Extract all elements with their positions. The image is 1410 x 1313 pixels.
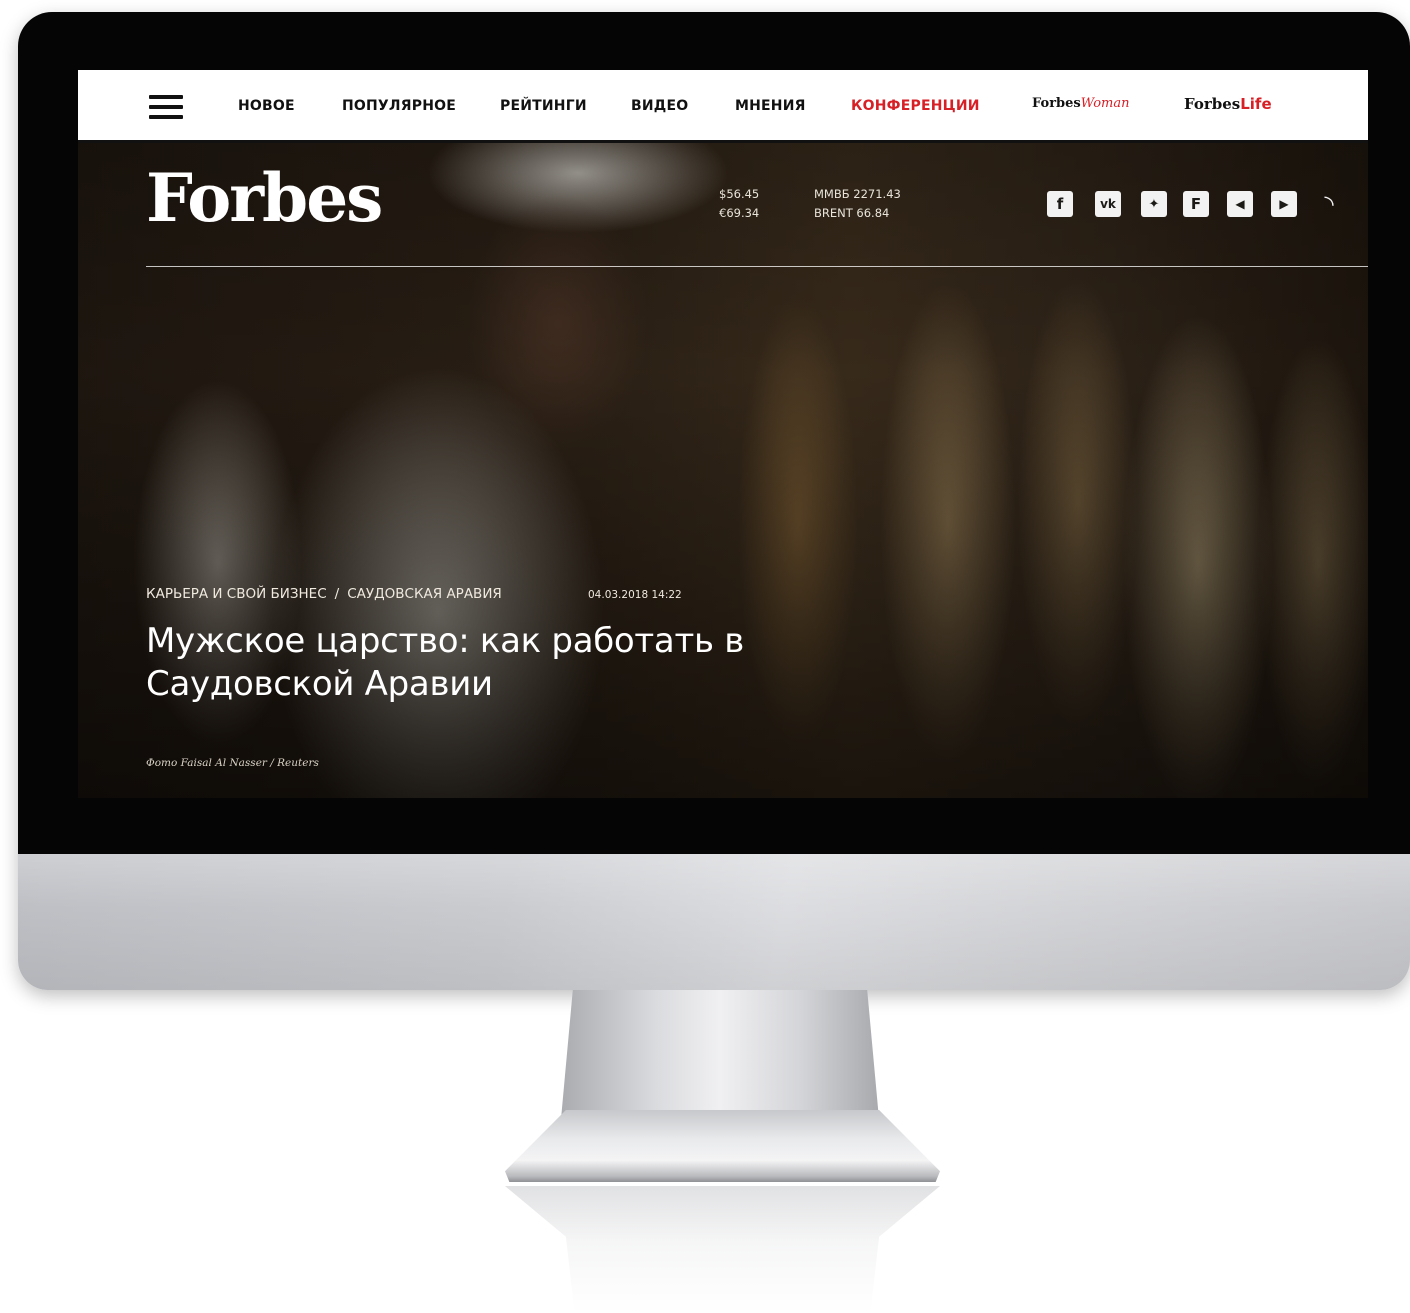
- header-divider: [146, 266, 1368, 267]
- breadcrumb-separator: /: [334, 586, 340, 602]
- breadcrumb: КАРЬЕРА И СВОЙ БИЗНЕС / САУДОВСКАЯ АРАВИЯ: [146, 586, 502, 602]
- nav-item-video[interactable]: ВИДЕО: [631, 98, 688, 114]
- forbes-woman-link[interactable]: ForbesWoman: [1032, 96, 1129, 111]
- vk-icon[interactable]: vk: [1095, 191, 1121, 217]
- facebook-icon[interactable]: f: [1047, 191, 1073, 217]
- twitter-icon[interactable]: ✦: [1141, 191, 1167, 217]
- photo-credit: Фото Faisal Al Nasser / Reuters: [146, 757, 319, 769]
- top-navbar: НОВОЕ ПОПУЛЯРНОЕ РЕЙТИНГИ ВИДЕО МНЕНИЯ К…: [78, 70, 1368, 143]
- imac-monitor: НОВОЕ ПОПУЛЯРНОЕ РЕЙТИНГИ ВИДЕО МНЕНИЯ К…: [18, 12, 1410, 990]
- eur-rate: €69.34: [719, 206, 760, 220]
- rss-icon[interactable]: ◝: [1316, 192, 1342, 218]
- monitor-stand-neck: [560, 990, 880, 1130]
- monitor-chin-shine: [18, 854, 1410, 990]
- flipboard-icon[interactable]: F: [1183, 191, 1209, 217]
- hamburger-menu-icon[interactable]: [149, 95, 183, 121]
- forbes-woman-accent: Woman: [1080, 96, 1130, 111]
- nav-item-ratings[interactable]: РЕЙТИНГИ: [500, 98, 587, 114]
- youtube-icon[interactable]: ▶: [1271, 191, 1297, 217]
- nav-item-new[interactable]: НОВОЕ: [238, 98, 295, 114]
- screen: НОВОЕ ПОПУЛЯРНОЕ РЕЙТИНГИ ВИДЕО МНЕНИЯ К…: [78, 70, 1368, 798]
- forbes-life-prefix: Forbes: [1184, 95, 1241, 113]
- nav-item-popular[interactable]: ПОПУЛЯРНОЕ: [342, 98, 456, 114]
- micex-index: ММВБ 2271.43: [814, 187, 901, 201]
- forbes-logo[interactable]: Forbes: [146, 165, 383, 231]
- nav-item-opinions[interactable]: МНЕНИЯ: [735, 98, 806, 114]
- category-link[interactable]: КАРЬЕРА И СВОЙ БИЗНЕС: [146, 586, 327, 602]
- article-headline[interactable]: Мужское царство: как работать в Саудовск…: [146, 620, 906, 706]
- stand-reflection: [505, 1186, 940, 1313]
- forbes-woman-prefix: Forbes: [1032, 96, 1081, 111]
- nav-item-conferences[interactable]: КОНФЕРЕНЦИИ: [851, 98, 980, 114]
- article-date: 04.03.2018 14:22: [588, 589, 682, 601]
- market-ticker: ММВБ 2271.43 BRENT 66.84: [814, 185, 901, 223]
- forbes-life-link[interactable]: ForbesLife: [1184, 95, 1272, 113]
- usd-rate: $56.45: [719, 187, 760, 201]
- tag-link[interactable]: САУДОВСКАЯ АРАВИЯ: [347, 586, 502, 602]
- currency-ticker: $56.45 €69.34: [719, 185, 759, 223]
- brent-price: BRENT 66.84: [814, 206, 890, 220]
- forbes-life-accent: Life: [1240, 95, 1272, 113]
- telegram-icon[interactable]: ◀: [1227, 191, 1253, 217]
- monitor-stand-base: [505, 1110, 940, 1182]
